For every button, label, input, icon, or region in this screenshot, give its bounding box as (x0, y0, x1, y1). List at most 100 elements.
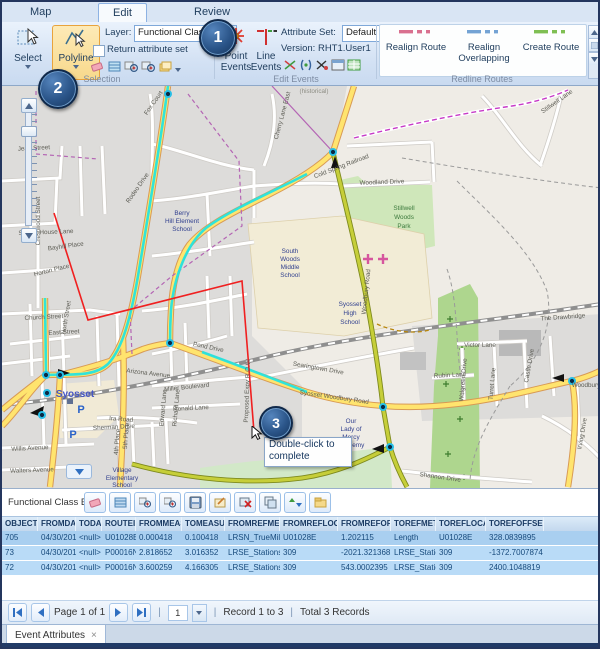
column-header[interactable]: TOMEASURE (182, 517, 225, 531)
table-cell: LRSE_Stations (225, 561, 280, 575)
table-cell: 309 (280, 561, 338, 575)
column-header[interactable]: FROMMEASURE (136, 517, 182, 531)
callout-2: 2 (38, 69, 78, 109)
table-row[interactable]: 7204/30/2014<null>P00016N3.6002594.16630… (2, 561, 598, 575)
scroll-up-icon[interactable] (589, 26, 600, 39)
save-button[interactable] (184, 492, 206, 513)
redline-routes-panel: Realign Route Realign Overlapping Create… (379, 24, 587, 77)
column-header[interactable]: ROUTEID (102, 517, 136, 531)
column-header[interactable]: OBJECTID (2, 517, 38, 531)
map-label: Syosset (56, 389, 95, 400)
polyline-icon (64, 26, 88, 53)
map-label: Syosset (339, 301, 362, 308)
redline-routes-group-label: Redline Routes (379, 74, 585, 84)
page-dropdown-button[interactable] (192, 604, 207, 622)
table-cell: 04/30/2014 (38, 561, 76, 575)
column-header[interactable]: TOREFOFFSET (486, 517, 544, 531)
switch-selection-button[interactable] (109, 492, 131, 513)
record-range-label: Record 1 to 3 (223, 607, 283, 618)
map-label: Stillwell (393, 205, 414, 212)
chevron-down-icon (73, 65, 79, 69)
selection-group-label: Selection (2, 74, 202, 84)
ribbon-scrollbar[interactable] (588, 25, 600, 79)
prev-page-button[interactable] (31, 603, 50, 622)
map-canvas[interactable]: (historical)Fox CourtCherry Lane EastSti… (2, 86, 598, 488)
return-attribute-set-checkbox[interactable] (93, 45, 105, 57)
column-header[interactable]: TODATE (76, 517, 102, 531)
scroll-thumb[interactable] (589, 39, 600, 52)
table-cell: LRSN_TrueMile (225, 531, 280, 545)
map-label: Woods (394, 214, 414, 221)
pagination-bar: Page 1 of 1 | 1 | Record 1 to 3 | Total … (2, 600, 598, 624)
table-cell: 543.0002395 (338, 561, 391, 575)
zoom-in-icon[interactable] (21, 98, 37, 113)
zoom-out-icon[interactable] (21, 228, 37, 243)
page-number-field[interactable]: 1 (168, 605, 188, 621)
event-attributes-panel: Functional Class Event OBJECTIDFROMDATET… (2, 488, 598, 648)
realign-route-button[interactable]: Realign Route (385, 28, 447, 73)
app-window: Map Edit Review Select Polyline (0, 0, 600, 649)
map-label: High (343, 310, 357, 317)
sort-button[interactable] (284, 492, 306, 513)
map-label: Village (112, 467, 132, 474)
callout-1: 1 (199, 19, 237, 57)
table-cell: <null> (76, 546, 102, 560)
column-header[interactable]: FROMREFOFFSET (338, 517, 391, 531)
table-row[interactable]: 7304/30/2014<null>P00016N2.8186523.01635… (2, 546, 598, 560)
table-cell: 2.818652 (136, 546, 182, 560)
table-cell: LRSE_Stations (225, 546, 280, 560)
map-label: Lady of (341, 426, 362, 433)
table-cell: <null> (76, 531, 102, 545)
collapse-panel-button[interactable] (66, 464, 92, 479)
copy-rows-button[interactable] (259, 492, 281, 513)
table-cell: 1.202115 (338, 531, 391, 545)
edit-attributes-button[interactable] (209, 492, 231, 513)
column-header[interactable]: FROMREFLOCATION (280, 517, 338, 531)
select-cursor-icon (16, 26, 40, 53)
line-events-icon (254, 26, 278, 51)
tab-map[interactable]: Map (16, 3, 65, 21)
total-records-label: Total 3 Records (300, 607, 369, 618)
table-header-row: OBJECTIDFROMDATETODATEROUTEIDFROMMEASURE… (2, 516, 598, 532)
export-button[interactable] (309, 492, 331, 513)
realign-overlapping-button[interactable]: Realign Overlapping (450, 28, 518, 73)
zoom-slider[interactable] (19, 98, 37, 244)
zoom-to-row-button[interactable] (134, 492, 156, 513)
create-route-icon (534, 28, 568, 39)
table-cell: Length (391, 531, 436, 545)
ribbon-toolbar: Select Polyline Layer: Functional Class … (2, 22, 598, 86)
map-label: Middle (281, 264, 300, 271)
table-cell: 705 (2, 531, 38, 545)
column-header[interactable]: FROMDATE (38, 517, 76, 531)
table-cell: 4.166305 (182, 561, 225, 575)
table-cell: 2400.1048819 (486, 561, 544, 575)
line-events-button[interactable]: Line Events (251, 25, 281, 80)
map-label: Victor Lane (464, 342, 496, 349)
column-header[interactable]: TOREFMETHOD (391, 517, 436, 531)
column-header[interactable]: FROMREFMETHOD (225, 517, 280, 531)
pan-to-row-button[interactable] (159, 492, 181, 513)
clear-selection-button[interactable] (84, 492, 106, 513)
scroll-down-icon[interactable] (589, 52, 600, 65)
table-cell: 3.600259 (136, 561, 182, 575)
table-cell: 04/30/2014 (38, 546, 76, 560)
select-button[interactable]: Select (6, 25, 50, 80)
table-row[interactable]: 70504/30/2014<null>U01028E0.0004180.1004… (2, 531, 598, 545)
return-attribute-set-label: Return attribute set (107, 44, 188, 55)
create-route-button[interactable]: Create Route (521, 28, 581, 73)
callout-3: 3 (259, 406, 293, 440)
table-cell: 72 (2, 561, 38, 575)
column-header[interactable]: TOREFLOCATION (436, 517, 486, 531)
zoom-slider-handle[interactable] (21, 126, 37, 137)
first-page-button[interactable] (8, 603, 27, 622)
delete-row-button[interactable] (234, 492, 256, 513)
window-bottom-bar (2, 643, 598, 648)
chevron-down-icon[interactable] (175, 68, 181, 72)
map-label: Woodbury (572, 382, 598, 389)
tab-review[interactable]: Review (180, 3, 244, 21)
last-page-button[interactable] (132, 603, 151, 622)
next-page-button[interactable] (109, 603, 128, 622)
table-cell: 73 (2, 546, 38, 560)
tab-edit[interactable]: Edit (98, 3, 147, 23)
close-icon[interactable]: × (91, 630, 97, 641)
